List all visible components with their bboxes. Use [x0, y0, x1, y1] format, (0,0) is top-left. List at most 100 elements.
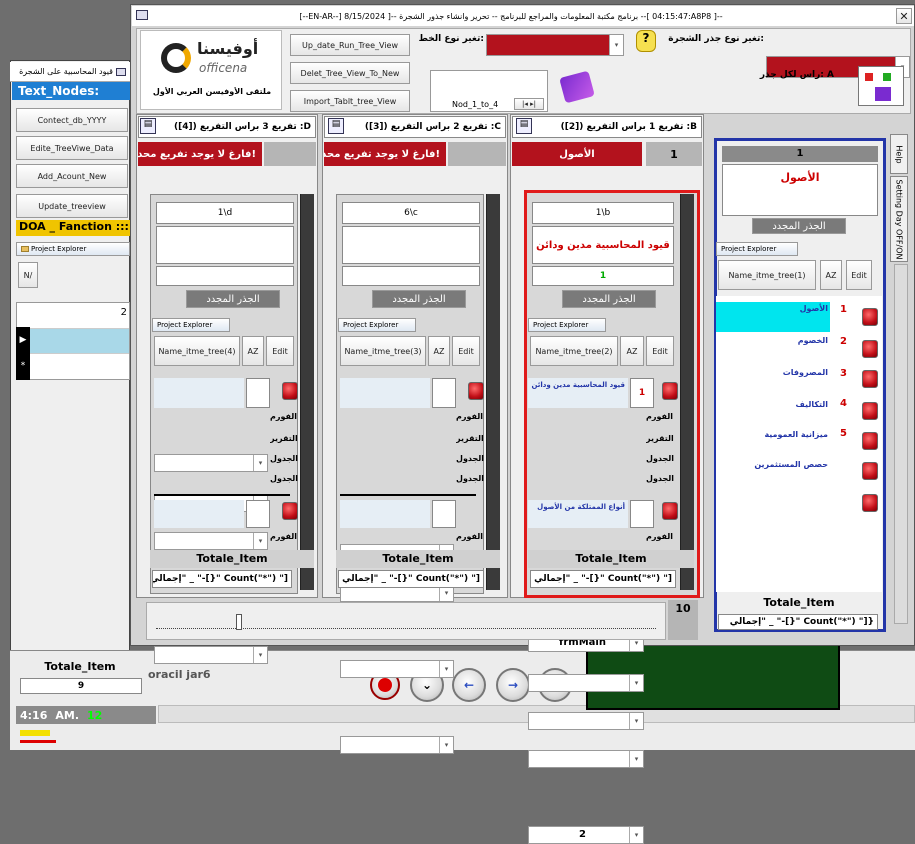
root-item-4[interactable]: التكاليف [716, 398, 830, 428]
column-c-combo-table2[interactable]: ▾ [340, 660, 454, 678]
root-panel-project-explorer-tab[interactable]: Project Explorer [716, 242, 798, 256]
column-b-item2-num [630, 500, 654, 528]
column-b-delete-button[interactable] [662, 382, 678, 400]
column-d-scrollbar[interactable] [300, 194, 314, 590]
column-b-edit-button[interactable]: Edit [646, 336, 674, 366]
delete-tree-view-button[interactable]: Delet_Tree_View_To_New [290, 62, 410, 84]
root-item-7-delete-button[interactable] [862, 494, 878, 512]
root-panel-name[interactable]: الأصول [722, 164, 878, 216]
root-panel-edit-button[interactable]: Edit [846, 260, 872, 290]
root-panel-az-button[interactable]: AZ [820, 260, 842, 290]
line-type-select[interactable]: ▾ [486, 34, 624, 56]
main-right-scrollbar[interactable] [894, 264, 908, 624]
column-d-status: فارغ لا يوجد تفريع محددا! [138, 142, 262, 166]
column-c-delete-button[interactable] [468, 382, 484, 400]
root-item-2[interactable]: الخصوم [716, 334, 830, 364]
column-b-item-name[interactable]: قيود المحاسبية مدين ودائن [528, 378, 628, 408]
column-c-combo-form2[interactable]: ▾ [340, 736, 454, 754]
bg-totale-value: 9 [20, 678, 142, 694]
column-b-field-name[interactable]: 1\b [532, 202, 674, 224]
slider-thumb[interactable] [236, 614, 242, 630]
column-d-field-num[interactable] [156, 266, 294, 286]
column-b-root-button[interactable]: الجذر المجدد [562, 290, 656, 308]
root-item-1-delete-button[interactable] [862, 308, 878, 326]
bg-na-button[interactable]: N/ [18, 262, 38, 288]
column-b-combo-form2[interactable]: 2 ▾ [528, 826, 644, 844]
column-b-combo-table[interactable]: ▾ [528, 712, 644, 730]
column-b-delete2-button[interactable] [662, 502, 678, 520]
column-d-delete2-button[interactable] [282, 502, 298, 520]
bg-grid-row-new[interactable] [17, 354, 129, 379]
column-c-scrollbar[interactable] [486, 194, 500, 590]
column-c-field-name[interactable]: 6\c [342, 202, 480, 224]
bg-grid-row[interactable]: 2 [17, 303, 129, 329]
root-item-5[interactable]: ميزانية العمومية [716, 428, 830, 458]
root-item-6-delete-button[interactable] [862, 462, 878, 480]
column-b-status: الأصول [512, 142, 642, 166]
root-item-6[interactable]: حصص المستثمرين [716, 458, 830, 488]
column-d-project-explorer-tab[interactable]: Project Explorer [152, 318, 230, 332]
help-tab[interactable]: Help [890, 134, 908, 174]
nav-forward-button[interactable]: → [496, 668, 530, 702]
root-item-1[interactable]: الأصول [716, 302, 830, 332]
setting-day-tab[interactable]: Setting Day OFF/ON [890, 176, 908, 262]
record-icon [378, 678, 392, 692]
column-d-edit-button[interactable]: Edit [266, 336, 294, 366]
column-d-item-num [246, 378, 270, 408]
form-icon [116, 67, 126, 76]
column-b-field-num[interactable]: 1 [532, 266, 674, 286]
root-item-3[interactable]: المصروفات [716, 366, 830, 396]
column-d-combo-form[interactable]: ▾ [154, 454, 268, 472]
column-b-book-icon[interactable]: ▤ [516, 118, 532, 134]
bg-grid-row-selected[interactable] [17, 329, 129, 354]
column-d-combo-form2[interactable]: ▾ [154, 646, 268, 664]
column-c-book-icon[interactable]: ▤ [328, 118, 344, 134]
column-b-label-form: الفورم [646, 412, 673, 421]
column-d-field-name[interactable]: 1\d [156, 202, 294, 224]
column-c-field-desc[interactable] [342, 226, 480, 264]
root-item-5-delete-button[interactable] [862, 432, 878, 450]
column-b-name-button[interactable]: Name_itme_tree(2) [530, 336, 618, 366]
root-item-4-num: 4 [840, 398, 847, 409]
column-d-label-form2: الفورم [270, 532, 297, 541]
column-b-scrollbar[interactable] [680, 194, 694, 590]
column-d-field-desc[interactable] [156, 226, 294, 264]
update-run-tree-view-button[interactable]: Up_date_Run_Tree_View [290, 34, 410, 56]
column-d-az-button[interactable]: AZ [242, 336, 264, 366]
logo-arabic: أوفيسنا [197, 39, 259, 58]
column-c-root-button[interactable]: الجذر المجدد [372, 290, 466, 308]
column-c-project-explorer-tab[interactable]: Project Explorer [338, 318, 416, 332]
nav-back-button[interactable]: ← [452, 668, 486, 702]
column-b-field-desc[interactable]: قيود المحاسبية مدين ودائن [532, 226, 674, 264]
add-account-new-button[interactable]: Add_Acount_New [16, 164, 128, 188]
column-c-item2-area [340, 500, 430, 528]
column-b-combo-report[interactable]: ▾ [528, 674, 644, 692]
column-d-combo-table[interactable]: ▾ [154, 532, 268, 550]
root-item-3-delete-button[interactable] [862, 370, 878, 388]
column-d-name-button[interactable]: Name_itme_tree(4) [154, 336, 240, 366]
column-d-label-table2: الجدول [270, 474, 299, 483]
column-b-az-button[interactable]: AZ [620, 336, 644, 366]
column-c-name-button[interactable]: Name_itme_tree(3) [340, 336, 426, 366]
close-button[interactable]: ✕ [896, 8, 912, 24]
root-panel-root-button[interactable]: الجذر المجدد [752, 218, 846, 234]
root-panel-name-button[interactable]: Name_itme_tree(1) [718, 260, 816, 290]
column-c-edit-button[interactable]: Edit [452, 336, 480, 366]
update-treeview-button[interactable]: Update_treeview [16, 194, 128, 218]
import-tree-view-button[interactable]: Import_Tablt_tree_View [290, 90, 410, 112]
column-d-book-icon[interactable]: ▤ [140, 118, 156, 134]
bg-project-explorer-tab[interactable]: Project Explorer [16, 242, 130, 256]
column-d-delete-button[interactable] [282, 382, 298, 400]
slider-track[interactable] [156, 628, 656, 632]
nod-navigator[interactable]: |◂ ▸| [514, 98, 544, 110]
edite-treeview-data-button[interactable]: Edite_TreeViwe_Data [16, 136, 128, 160]
column-b-combo-table2[interactable]: ▾ [528, 750, 644, 768]
column-c-field-num[interactable] [342, 266, 480, 286]
root-item-4-delete-button[interactable] [862, 402, 878, 420]
column-c-az-button[interactable]: AZ [428, 336, 450, 366]
column-d-root-button[interactable]: الجذر المجدد [186, 290, 280, 308]
column-b-item2-name[interactable]: أنواع الممتلكة من الأصول [528, 500, 628, 528]
root-item-2-delete-button[interactable] [862, 340, 878, 358]
column-b-project-explorer-tab[interactable]: Project Explorer [528, 318, 606, 332]
contect-db-button[interactable]: Contect_db_YYYY [16, 108, 128, 132]
